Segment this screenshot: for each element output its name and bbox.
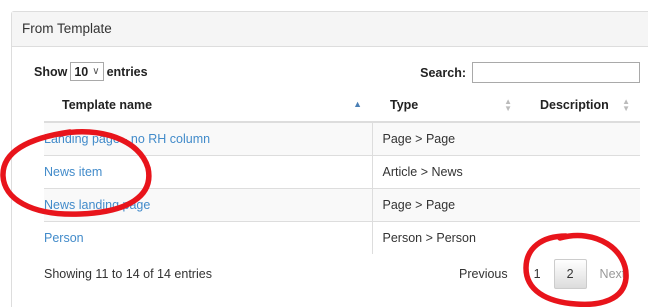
sort-ascending-icon: ▲ [353,99,362,109]
type-cell: Page > Page [371,187,522,221]
template-link[interactable]: News landing page [44,198,150,212]
description-cell [522,220,640,254]
search-input[interactable] [472,62,640,83]
type-cell: Page > Page [371,121,522,155]
sort-both-icon: ▲ ▼ [504,97,512,113]
template-name-cell: News item [44,154,372,188]
description-cell [522,154,640,188]
page-length-select[interactable]: 10 ∨ [70,62,104,81]
table-header-row: Template name ▲ Type ▲ ▼ Description ▲ ▼ [44,88,640,123]
template-link[interactable]: Person [44,231,84,245]
column-header-label: Type [390,97,419,112]
template-name-cell: Person [44,220,372,254]
page-1-button[interactable]: 1 [521,259,554,289]
pagination: Previous 1 2 Next [446,257,638,291]
search-label: Search: [420,65,466,80]
column-header-label: Template name [62,97,153,112]
table-row: News item Article > News [44,154,640,188]
page-length-value: 10 [74,64,89,79]
column-header-template-name[interactable]: Template name ▲ [44,88,372,123]
template-name-cell: Landing page - no RH column [44,121,372,155]
table-row: News landing page Page > Page [44,187,640,221]
column-header-description[interactable]: Description ▲ ▼ [522,88,640,123]
page-length-control: Show 10 ∨ entries [34,62,148,81]
chevron-down-icon: ∨ [92,66,100,77]
table-row: Person Person > Person [44,220,640,254]
table-info: Showing 11 to 14 of 14 entries [44,267,212,281]
entries-label: entries [106,64,148,79]
search-control: Search: [420,62,640,83]
previous-page-button[interactable]: Previous [446,259,521,289]
template-link[interactable]: Landing page - no RH column [44,132,210,146]
page-2-button[interactable]: 2 [553,259,587,289]
next-page-button[interactable]: Next [587,259,639,289]
description-cell [522,121,640,155]
show-label: Show [34,64,68,79]
table-row: Landing page - no RH column Page > Page [44,121,640,155]
column-header-label: Description [540,97,609,112]
template-link[interactable]: News item [44,165,102,179]
panel-title: From Template [12,12,648,47]
template-name-cell: News landing page [44,187,372,221]
type-cell: Article > News [371,154,522,188]
table-controls: Show 10 ∨ entries Search: [34,62,640,84]
templates-table: Template name ▲ Type ▲ ▼ Description ▲ ▼ L… [44,88,640,254]
column-header-type[interactable]: Type ▲ ▼ [372,88,522,123]
sort-both-icon: ▲ ▼ [622,97,630,113]
type-cell: Person > Person [371,220,522,254]
description-cell [522,187,640,221]
